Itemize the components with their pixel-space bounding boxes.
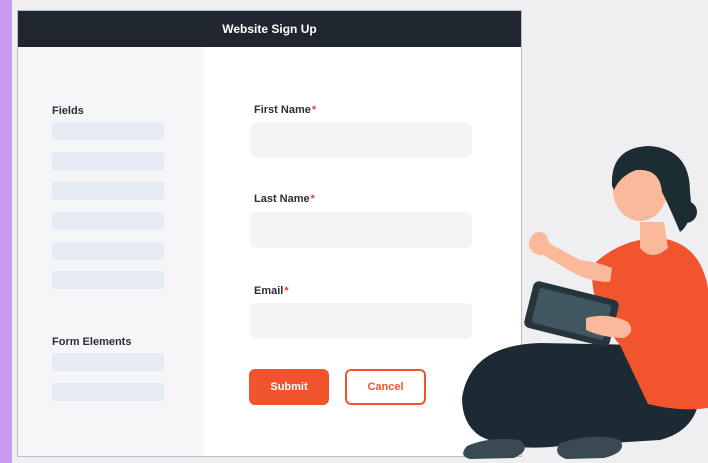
signup-window: Website Sign Up Fields Form Elements Fir… <box>17 10 522 457</box>
email-label: Email* <box>254 285 289 297</box>
first-name-input[interactable] <box>250 122 472 158</box>
window-titlebar: Website Sign Up <box>18 11 521 47</box>
last-name-label-text: Last Name <box>254 193 310 205</box>
submit-button[interactable]: Submit <box>249 369 329 405</box>
form-element-item[interactable] <box>52 353 164 371</box>
window-title: Website Sign Up <box>222 22 317 36</box>
last-name-input[interactable] <box>250 212 472 248</box>
side-accent-strip <box>0 0 12 463</box>
woman-with-tablet-illustration <box>462 146 708 459</box>
required-mark: * <box>311 104 317 116</box>
required-mark: * <box>310 193 315 205</box>
field-item[interactable] <box>52 152 164 170</box>
email-label-text: Email <box>254 285 284 297</box>
field-item[interactable] <box>52 242 164 260</box>
first-name-label-text: First Name <box>254 104 311 116</box>
form-element-item[interactable] <box>52 383 164 401</box>
field-item[interactable] <box>52 182 164 200</box>
email-input[interactable] <box>250 303 472 339</box>
first-name-label: First Name* <box>254 104 316 116</box>
form-elements-section-title: Form Elements <box>52 336 132 348</box>
cancel-button[interactable]: Cancel <box>345 369 426 405</box>
required-mark: * <box>284 285 289 297</box>
fields-sidebar: Fields Form Elements <box>18 47 204 456</box>
field-item[interactable] <box>52 212 164 230</box>
field-item[interactable] <box>52 271 164 289</box>
last-name-label: Last Name* <box>254 193 315 205</box>
field-item[interactable] <box>52 122 164 140</box>
fields-section-title: Fields <box>52 105 84 117</box>
